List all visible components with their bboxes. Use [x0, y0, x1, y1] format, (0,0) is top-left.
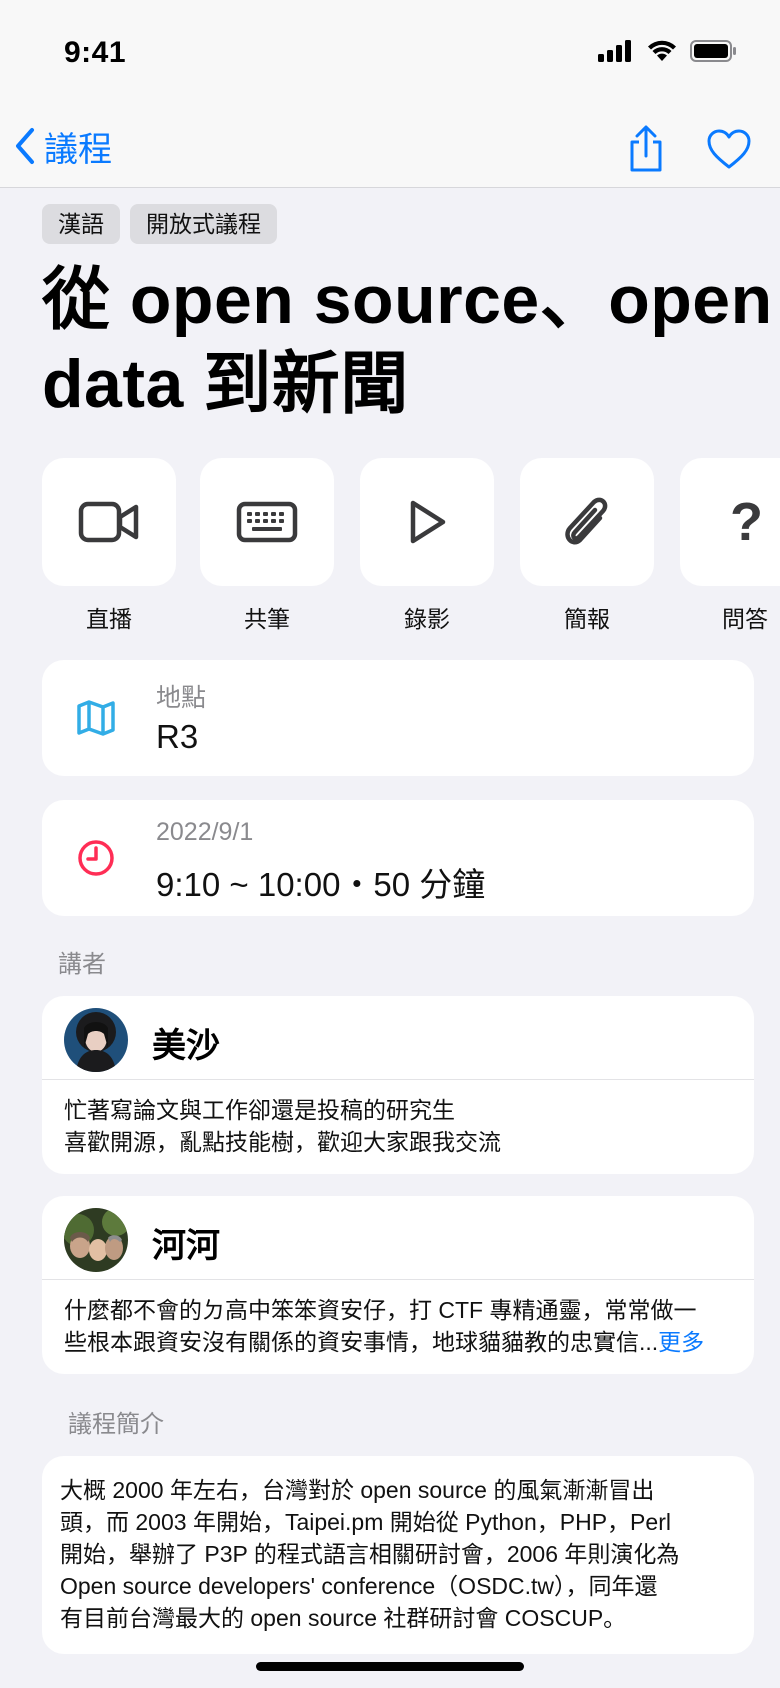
speakers-section-label: 講者 [58, 951, 106, 978]
speaker-bio-line: 什麼都不會的ㄉ高中笨笨資安仔，打 CTF 專精通靈，常常做一 [64, 1297, 697, 1323]
status-bar: 9:41 [0, 0, 780, 110]
intro-line: 大概 2000 年左右，台灣對於 open source 的風氣漸漸冒出 [60, 1477, 655, 1503]
back-label: 議程 [44, 130, 112, 169]
clock-icon [72, 834, 120, 882]
action-label: 直播 [86, 606, 132, 632]
intro-card: 大概 2000 年左右，台灣對於 open source 的風氣漸漸冒出 頭，而… [42, 1456, 754, 1654]
speaker-bio-line: 忙著寫論文與工作卻還是投稿的研究生 [64, 1097, 455, 1123]
speaker-bio-line: 些根本跟資安沒有關係的資安事情，地球貓貓教的忠實信... [64, 1329, 659, 1355]
intro-section-label: 議程簡介 [68, 1411, 164, 1438]
navigation-bar: 議程 [0, 110, 780, 188]
intro-line: Open source developers' conference（OSDC.… [60, 1573, 658, 1599]
speaker-name: 河河 [152, 1227, 220, 1265]
map-icon [72, 694, 120, 742]
action-recording[interactable]: 錄影 [360, 458, 494, 634]
tag-language: 漢語 [42, 204, 120, 244]
signal-icon [598, 40, 631, 62]
paperclip-icon [565, 497, 608, 545]
action-label: 簡報 [564, 606, 610, 632]
avatar [64, 1208, 128, 1272]
status-icons [598, 40, 736, 62]
action-label: 問答 [722, 606, 768, 632]
back-button[interactable]: 議程 [12, 116, 112, 176]
intro-line: 頭，而 2003 年開始，Taipei.pm 開始從 Python，PHP，Pe… [60, 1509, 671, 1535]
location-label: 地點 [156, 684, 207, 712]
action-live[interactable]: 直播 [42, 458, 176, 634]
more-link[interactable]: 更多 [658, 1329, 704, 1355]
action-label: 共筆 [244, 606, 290, 632]
session-title: 從 open source、open data 到新聞 [42, 258, 780, 426]
favorite-heart-icon[interactable] [706, 128, 752, 170]
video-camera-icon [78, 501, 139, 543]
session-title-line-2: data 到新聞 [42, 346, 409, 422]
session-tags: 漢語 開放式議程 [42, 204, 277, 244]
play-icon [410, 500, 446, 544]
location-card[interactable]: 地點 R3 [42, 660, 754, 776]
speaker-bio-line: 喜歡開源，亂點技能樹，歡迎大家跟我交流 [64, 1129, 501, 1155]
speaker-card[interactable]: 河河 什麼都不會的ㄉ高中笨笨資安仔，打 CTF 專精通靈，常常做一 些根本跟資安… [42, 1196, 754, 1374]
action-qa[interactable]: ? 問答 [680, 458, 780, 634]
action-slides[interactable]: 簡報 [520, 458, 654, 634]
intro-line: 開始，舉辦了 P3P 的程式語言相關研討會，2006 年則演化為 [60, 1541, 680, 1567]
avatar [64, 1008, 128, 1072]
session-title-line-1: 從 open source、open [42, 262, 773, 338]
session-date: 2022/9/1 [156, 818, 254, 846]
time-card: 2022/9/1 9:10 ~ 10:00・50 分鐘 [42, 800, 754, 916]
wifi-icon [648, 40, 676, 61]
question-icon: ? [730, 492, 763, 552]
action-notes[interactable]: 共筆 [200, 458, 334, 634]
battery-icon [690, 40, 736, 62]
intro-text: 大概 2000 年左右，台灣對於 open source 的風氣漸漸冒出 頭，而… [42, 1456, 754, 1634]
status-time: 9:41 [64, 36, 127, 69]
intro-line: 有目前台灣最大的 open source 社群研討會 COSCUP。 [60, 1605, 627, 1631]
speaker-card[interactable]: 美沙 忙著寫論文與工作卻還是投稿的研究生 喜歡開源，亂點技能樹，歡迎大家跟我交流 [42, 996, 754, 1174]
keyboard-icon [236, 501, 298, 543]
session-time-range: 9:10 ~ 10:00・50 分鐘 [156, 866, 486, 903]
speaker-bio: 什麼都不會的ㄉ高中笨笨資安仔，打 CTF 專精通靈，常常做一 些根本跟資安沒有關… [42, 1280, 754, 1358]
action-label: 錄影 [404, 606, 450, 632]
chevron-left-icon [16, 128, 34, 164]
action-row: 直播 共筆 錄影 簡報 ? 問答 [42, 458, 780, 638]
tag-session-type: 開放式議程 [130, 204, 277, 244]
home-indicator [256, 1662, 524, 1671]
speaker-name: 美沙 [152, 1027, 220, 1065]
location-value: R3 [156, 718, 199, 755]
speaker-bio: 忙著寫論文與工作卻還是投稿的研究生 喜歡開源，亂點技能樹，歡迎大家跟我交流 [42, 1080, 754, 1158]
share-icon[interactable] [626, 124, 666, 174]
